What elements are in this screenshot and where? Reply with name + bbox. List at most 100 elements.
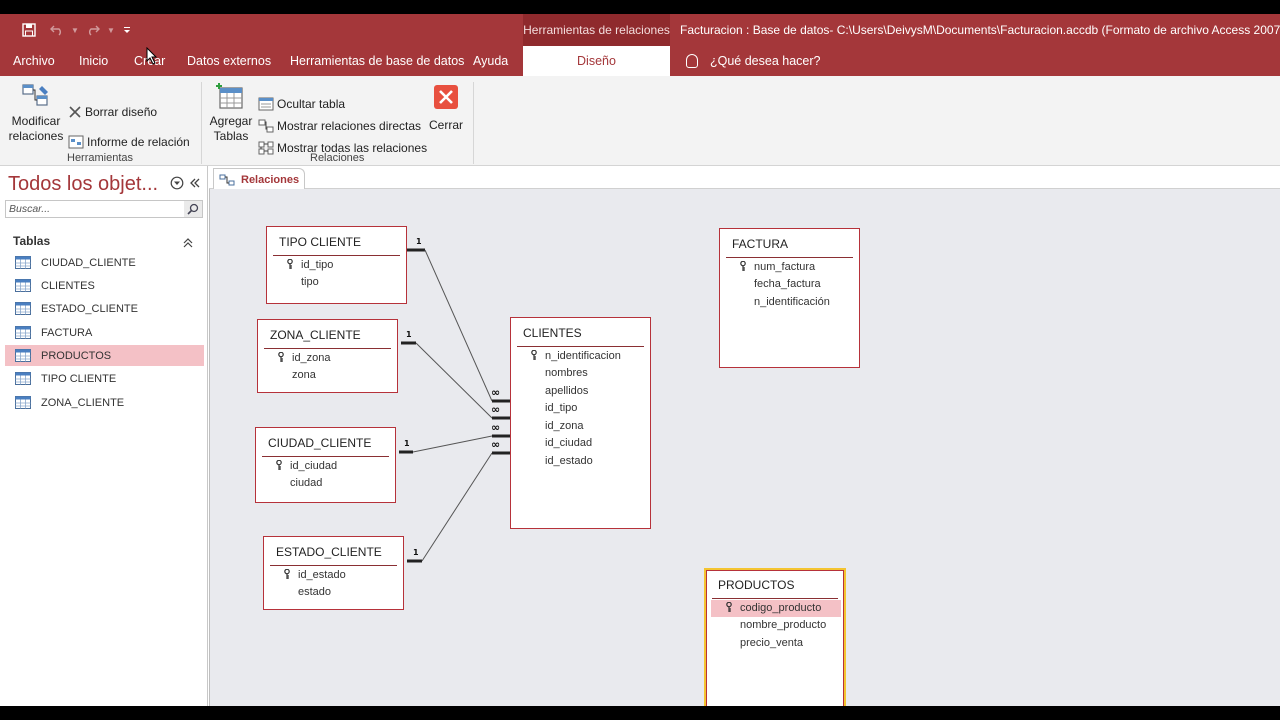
field-id-estado[interactable]: id_estado xyxy=(284,567,394,584)
table-title: ESTADO_CLIENTE xyxy=(276,545,382,559)
field-estado[interactable]: estado xyxy=(298,584,331,601)
many-label: ∞ xyxy=(491,386,500,399)
table-divider xyxy=(517,346,644,347)
primary-key-icon xyxy=(531,350,537,360)
ribbon: Modificar relaciones Borrar diseño Infor… xyxy=(0,76,1280,166)
herramientas-group-label: Herramientas xyxy=(67,152,134,164)
nav-section-tablas[interactable]: Tablas xyxy=(13,234,50,248)
cerrar-button[interactable]: Cerrar xyxy=(426,84,466,133)
all-relationships-icon xyxy=(258,141,274,155)
field-zona[interactable]: zona xyxy=(292,367,316,384)
field-n-identificacion[interactable]: n_identificación xyxy=(754,294,830,311)
nav-item-ciudad-cliente[interactable]: CIUDAD_CLIENTE xyxy=(5,252,204,273)
table-productos[interactable]: PRODUCTOS codigo_producto nombre_product… xyxy=(704,568,846,706)
field-id-tipo[interactable]: id_tipo xyxy=(545,400,577,417)
nav-item-label: ESTADO_CLIENTE xyxy=(41,302,138,315)
table-title: CIUDAD_CLIENTE xyxy=(268,436,372,450)
tab-inicio[interactable]: Inicio xyxy=(79,46,108,76)
tell-me-label: ¿Qué desea hacer? xyxy=(710,54,821,68)
field-id-zona[interactable]: id_zona xyxy=(545,418,584,435)
agregar-tablas-button[interactable]: Agregar Tablas xyxy=(207,82,255,144)
field-nombre-producto[interactable]: nombre_producto xyxy=(740,617,826,634)
tab-diseno[interactable]: Diseño xyxy=(523,46,670,76)
table-zona-cliente[interactable]: ZONA_CLIENTE id_zona zona xyxy=(257,319,398,393)
search-icon[interactable] xyxy=(184,201,202,217)
field-apellidos[interactable]: apellidos xyxy=(545,383,588,400)
title-bar: ▼ ▼ Herramientas de relaciones Facturaci… xyxy=(0,14,1280,46)
primary-key-icon xyxy=(276,460,282,470)
field-num-factura[interactable]: num_factura xyxy=(740,259,855,276)
table-estado-cliente[interactable]: ESTADO_CLIENTE id_estado estado xyxy=(263,536,404,610)
field-label: id_ciudad xyxy=(290,460,338,472)
tell-me-search[interactable]: ¿Qué desea hacer? xyxy=(686,46,821,76)
relationship-tipo-clientes[interactable]: 1 ∞ xyxy=(407,237,510,403)
field-n-identificacion[interactable]: n_identificacion xyxy=(531,348,646,365)
field-nombres[interactable]: nombres xyxy=(545,365,588,382)
direct-relationships-icon xyxy=(258,119,274,133)
nav-item-label: TIPO CLIENTE xyxy=(41,372,117,385)
modificar-relaciones-button[interactable]: Modificar relaciones xyxy=(6,82,66,144)
field-id-zona[interactable]: id_zona xyxy=(278,350,388,367)
field-label: id_estado xyxy=(298,569,346,581)
field-id-ciudad[interactable]: id_ciudad xyxy=(276,458,386,475)
nav-item-estado-cliente[interactable]: ESTADO_CLIENTE xyxy=(5,298,204,319)
informe-relacion-button[interactable]: Informe de relación xyxy=(68,132,190,152)
table-tipo-cliente[interactable]: TIPO CLIENTE id_tipo tipo xyxy=(266,226,407,304)
field-id-tipo[interactable]: id_tipo xyxy=(287,257,397,274)
field-codigo-producto[interactable]: codigo_producto xyxy=(711,600,841,617)
nav-search-input[interactable]: Buscar... xyxy=(5,200,203,218)
field-label: num_factura xyxy=(754,261,816,273)
nav-item-productos[interactable]: PRODUCTOS xyxy=(5,345,204,366)
table-ciudad-cliente[interactable]: CIUDAD_CLIENTE id_ciudad ciudad xyxy=(255,427,396,503)
primary-key-icon xyxy=(740,261,746,271)
nav-item-factura[interactable]: FACTURA xyxy=(5,322,204,343)
field-id-ciudad[interactable]: id_ciudad xyxy=(545,435,592,452)
table-clientes[interactable]: CLIENTES n_identificacion nombres apelli… xyxy=(510,317,651,529)
tab-archivo[interactable]: Archivo xyxy=(13,46,55,76)
field-precio-venta[interactable]: precio_venta xyxy=(740,635,803,652)
tab-relaciones-document[interactable]: Relaciones xyxy=(213,168,305,190)
mouse-cursor-icon xyxy=(146,47,158,65)
modificar-relaciones-label: Modificar relaciones xyxy=(8,114,64,143)
navigation-pane: Todos los objet... Buscar... Tablas CIUD… xyxy=(0,166,208,706)
table-divider xyxy=(264,348,391,349)
field-label: n_identificacion xyxy=(545,350,621,362)
borrar-diseno-button[interactable]: Borrar diseño xyxy=(68,102,157,122)
table-icon xyxy=(15,396,31,409)
table-icon xyxy=(15,326,31,339)
context-group-label: Herramientas de relaciones xyxy=(523,14,670,46)
field-tipo[interactable]: tipo xyxy=(301,274,319,291)
field-id-estado[interactable]: id_estado xyxy=(545,453,593,470)
relaciones-group-label: Relaciones xyxy=(310,152,365,164)
table-factura[interactable]: FACTURA num_factura fecha_factura n_iden… xyxy=(719,228,860,368)
primary-key-icon xyxy=(284,569,290,579)
one-label: 1 xyxy=(404,439,410,448)
table-title: FACTURA xyxy=(732,237,789,251)
nav-item-clientes[interactable]: CLIENTES xyxy=(5,275,204,296)
nav-pane-title[interactable]: Todos los objet... xyxy=(8,173,158,196)
nav-item-tipo-cliente[interactable]: TIPO CLIENTE xyxy=(5,368,204,389)
save-icon[interactable] xyxy=(18,20,40,40)
relationship-zona-clientes[interactable]: 1 ∞ xyxy=(401,330,510,420)
nav-menu-dropdown-icon[interactable] xyxy=(170,176,184,190)
add-table-icon xyxy=(216,83,243,109)
tab-ayuda[interactable]: Ayuda xyxy=(473,46,508,76)
mostrar-relaciones-directas-button[interactable]: Mostrar relaciones directas xyxy=(258,116,421,136)
tab-herramientas-bd[interactable]: Herramientas de base de datos xyxy=(290,46,464,76)
table-icon xyxy=(15,372,31,385)
ocultar-tabla-button[interactable]: Ocultar tabla xyxy=(258,94,345,114)
field-fecha-factura[interactable]: fecha_factura xyxy=(754,276,821,293)
table-divider xyxy=(262,456,389,457)
table-title: ZONA_CLIENTE xyxy=(270,328,361,342)
tab-datos-externos[interactable]: Datos externos xyxy=(187,46,271,76)
borrar-diseno-label: Borrar diseño xyxy=(85,105,158,119)
field-ciudad[interactable]: ciudad xyxy=(290,475,322,492)
relationship-estado-clientes[interactable]: 1 ∞ xyxy=(407,438,510,563)
primary-key-icon xyxy=(287,259,293,269)
chevron-up-icon[interactable] xyxy=(183,238,193,248)
one-label: 1 xyxy=(416,237,422,246)
nav-item-zona-cliente[interactable]: ZONA_CLIENTE xyxy=(5,392,204,413)
collapse-pane-icon[interactable] xyxy=(189,177,201,189)
customize-qat-icon[interactable] xyxy=(116,20,138,40)
relationships-canvas[interactable]: 1 ∞ 1 ∞ 1 ∞ 1 ∞ TIPO CLIENTE id_tipo tip… xyxy=(209,189,1280,706)
